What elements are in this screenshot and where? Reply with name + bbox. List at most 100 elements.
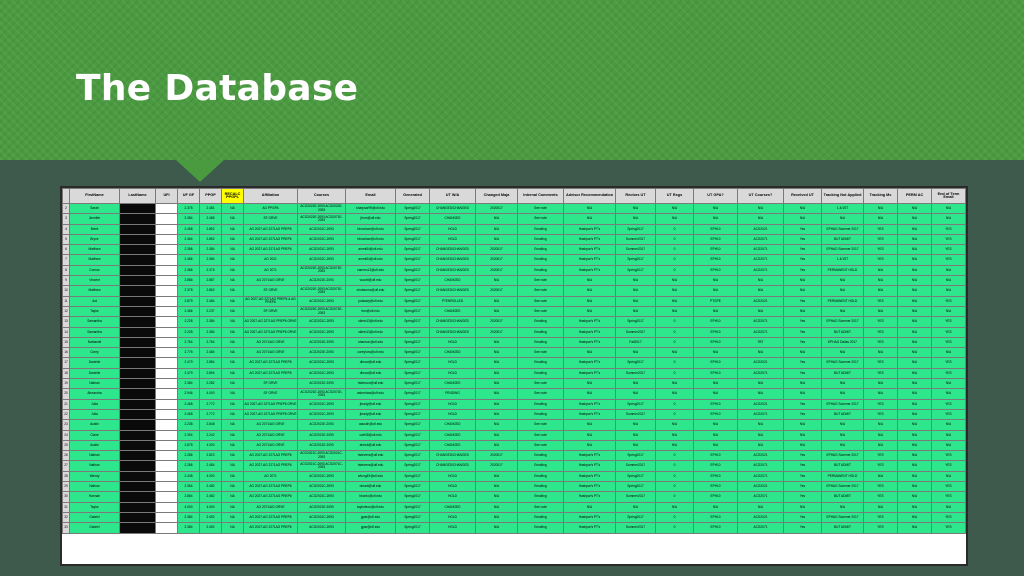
table-cell[interactable]: N/A (863, 264, 898, 277)
table-cell[interactable]: 2.479 (177, 367, 200, 380)
table-cell[interactable]: AG 2027-AG 2271AG PREP6 GRVE (243, 398, 298, 410)
table-cell[interactable]: N/A (897, 481, 932, 493)
table-cell[interactable]: N/A (897, 450, 932, 462)
table-cell[interactable] (155, 223, 178, 235)
table-cell[interactable]: YES (863, 316, 898, 328)
table-cell[interactable]: tmo@ufl.edu (345, 305, 396, 318)
table-cell[interactable]: Spring2017 (395, 511, 430, 524)
table-cell[interactable]: AG 2021 (243, 254, 298, 266)
table-cell[interactable]: EPHAG Dallas 2017 (821, 336, 864, 349)
table-row[interactable]: 25 Austin 2.878 4.000 NA AG 2071/AG GRVE ACG20… (62, 439, 966, 452)
table-cell[interactable]: N/A (475, 481, 518, 493)
column-header[interactable]: Affiliation (243, 188, 298, 204)
table-cell[interactable]: N/A (475, 398, 518, 410)
table-cell[interactable] (155, 254, 178, 266)
table-cell[interactable]: 2.479 (177, 357, 200, 369)
table-cell[interactable]: N/A (693, 429, 738, 441)
table-cell[interactable]: ACG2021E-2093 (297, 439, 346, 452)
table-cell[interactable]: N/A (615, 295, 656, 307)
table-cell[interactable]: N/A (655, 429, 694, 441)
table-cell[interactable]: EPH10 (693, 450, 738, 462)
table-cell[interactable]: N/A (821, 439, 864, 452)
table-cell[interactable]: jbrady@ufl.edu (345, 408, 396, 421)
table-cell[interactable]: NA (221, 450, 244, 462)
table-cell[interactable]: Spring2017 (395, 522, 430, 534)
table-cell[interactable]: N/A (863, 213, 898, 225)
table-cell[interactable]: Yes (783, 233, 822, 246)
table-cell[interactable]: N/A (475, 367, 518, 380)
table-cell[interactable]: ammi84@ufl.edu (345, 254, 396, 266)
table-cell[interactable]: Emailing (517, 264, 564, 277)
table-cell[interactable]: vscotti@ufl.edu (345, 275, 396, 287)
table-cell[interactable]: Summer2017 (615, 244, 656, 256)
table-cell[interactable]: 0 (655, 398, 694, 410)
table-row[interactable]: 31 Taylor 4.000 4.000 NA AG 2071/AG GRVE ACG20… (62, 501, 966, 513)
table-cell[interactable]: ACG2021 (737, 450, 784, 462)
table-cell[interactable]: N/A (931, 429, 966, 441)
table-cell[interactable]: 2.286 (177, 460, 200, 472)
column-header[interactable]: Advisor Recommendation (563, 188, 616, 204)
table-cell[interactable]: N/A (897, 295, 932, 307)
table-cell[interactable]: 2.879 (177, 295, 200, 307)
column-header[interactable]: RECALC PPGPL (221, 188, 244, 204)
table-cell[interactable]: ACG2021E-2093 (297, 419, 346, 431)
table-cell[interactable]: N/A (897, 522, 932, 534)
table-cell[interactable]: Spring2017 (395, 419, 430, 431)
table-cell[interactable]: 2.384 (177, 378, 200, 390)
table-cell[interactable]: N/A (897, 429, 932, 441)
table-cell[interactable] (119, 213, 156, 225)
table-cell[interactable]: Hannah (69, 491, 120, 503)
table-cell[interactable]: YES (863, 357, 898, 369)
table-cell[interactable]: AG 2027-AG 2271AG PREP6 (243, 233, 298, 246)
table-cell[interactable]: N/A (475, 357, 518, 369)
table-cell[interactable]: See note (517, 439, 564, 452)
table-cell[interactable]: Yes (783, 491, 822, 503)
table-cell[interactable]: N/A (563, 429, 616, 441)
table-cell[interactable]: NA (221, 398, 244, 410)
table-cell[interactable]: NA (221, 501, 244, 513)
table-cell[interactable]: PERMANENT HOLD (821, 264, 864, 277)
table-cell[interactable]: 4.000 (199, 439, 222, 452)
table-row[interactable]: 12 Taylor 2.466 2.237 NA SF GRVE ACG2021E-2093… (62, 305, 966, 318)
table-cell[interactable] (119, 419, 156, 431)
table-cell[interactable]: Julia (69, 398, 120, 410)
table-cell[interactable] (155, 233, 178, 246)
table-cell[interactable]: N/A (821, 419, 864, 431)
table-cell[interactable]: N/A (783, 429, 822, 441)
table-cell[interactable]: Bryce (69, 233, 120, 246)
table-cell[interactable]: N/A (931, 285, 966, 297)
table-cell[interactable]: chubanmo@ufl.edu (345, 285, 396, 297)
table-cell[interactable]: Hashpar's PT's (563, 481, 616, 493)
table-cell[interactable]: CHANGED/CHANGED (429, 326, 476, 338)
table-cell[interactable]: 0 (655, 244, 694, 256)
table-cell[interactable]: N/A (897, 223, 932, 235)
table-cell[interactable]: ACG2021 (737, 511, 784, 524)
table-cell[interactable] (119, 285, 156, 297)
table-cell[interactable]: 2.486 (177, 254, 200, 266)
table-cell[interactable]: ACG2021E-2093 (297, 501, 346, 513)
table-cell[interactable]: CHANGED/CHANGED (429, 316, 476, 328)
table-cell[interactable] (155, 470, 178, 483)
table-cell[interactable]: AG 2027-AG 2271AG PREP6 (243, 223, 298, 235)
table-cell[interactable]: Emailing (517, 491, 564, 503)
table-cell[interactable]: Brent (69, 223, 120, 235)
table-cell[interactable]: nhanson@ufl.edu (345, 336, 396, 349)
table-cell[interactable]: N/A (563, 213, 616, 225)
table-cell[interactable]: 2.364 (177, 481, 200, 493)
table-row[interactable]: 28 Wendy 2.448 4.000 NA AG 2071 ACG2021C-2093 w… (62, 470, 966, 483)
table-cell[interactable]: N/A (563, 378, 616, 390)
table-cell[interactable]: EPHAG Summer 2017 (821, 398, 864, 410)
table-cell[interactable]: YES (931, 326, 966, 338)
table-cell[interactable]: 2.481 (199, 202, 222, 215)
table-cell[interactable]: 2.482 (199, 481, 222, 493)
table-cell[interactable]: Summer2017 (615, 408, 656, 421)
table-cell[interactable]: CHANGED (429, 439, 476, 452)
table-cell[interactable]: YES (931, 511, 966, 524)
table-cell[interactable]: 0 (655, 491, 694, 503)
column-header[interactable]: UF GF (177, 188, 200, 204)
table-cell[interactable]: PERMANENT HOLD (821, 470, 864, 483)
table-cell[interactable]: BUT ADMIT (821, 460, 864, 472)
table-cell[interactable]: N/A (863, 202, 898, 215)
table-cell[interactable]: N/A (783, 388, 822, 400)
table-cell[interactable]: ACG2021C-2093 ACG2021C-2093 (297, 450, 346, 462)
